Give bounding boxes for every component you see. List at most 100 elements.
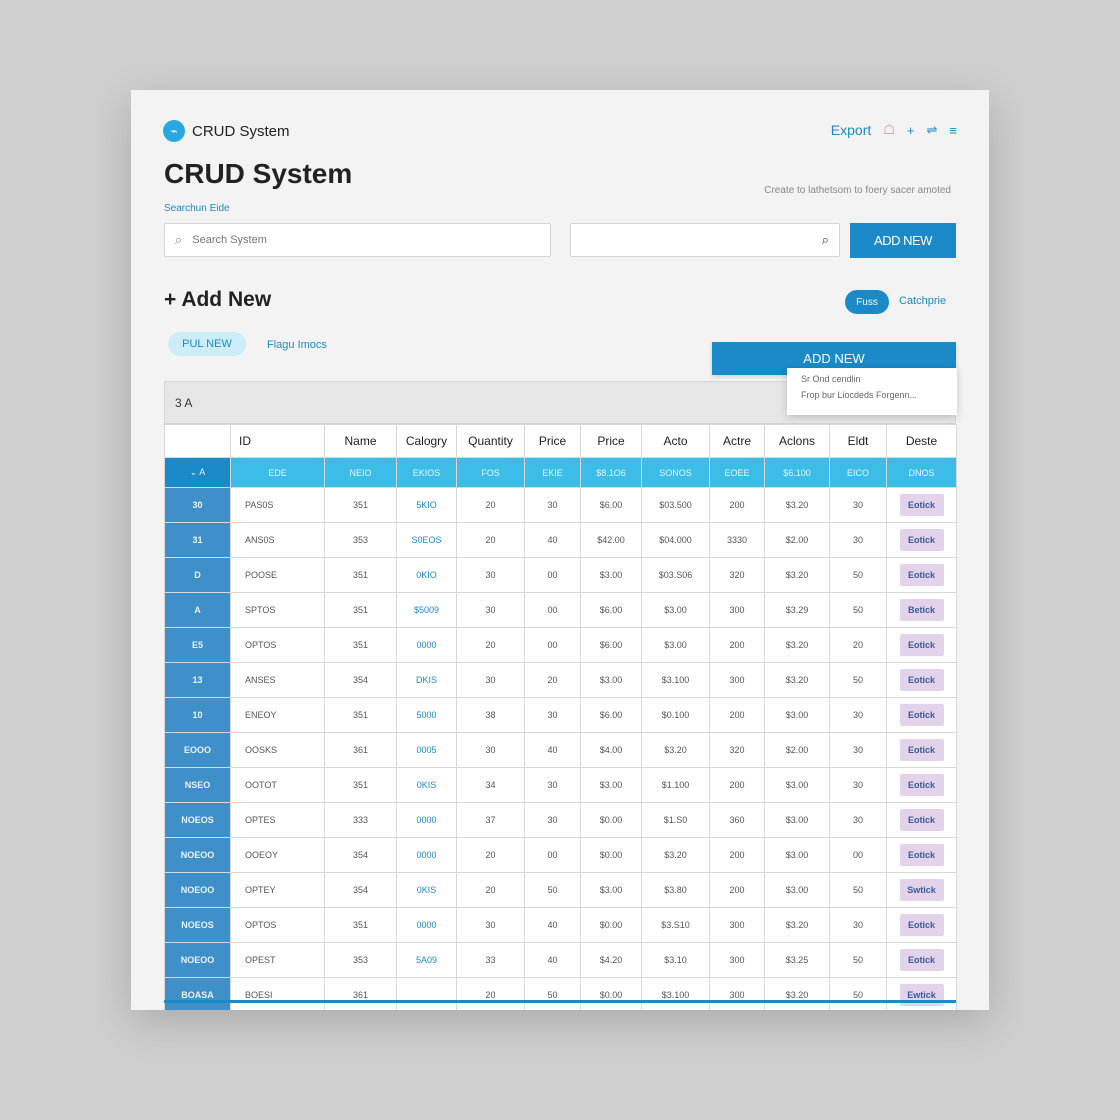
column-header[interactable]: Price bbox=[524, 424, 581, 458]
cell-a4: 30 bbox=[829, 907, 887, 943]
cell-a1: $3.00 bbox=[641, 627, 710, 663]
table-row[interactable]: NOEOO OPTEY 354 0KIS 20 50 $3.00 $3.80 200 $3.00 5… bbox=[164, 872, 957, 908]
cell-action: Eotick bbox=[886, 907, 957, 943]
table-row[interactable]: 13 ANSES 354 DKIS 30 20 $3.00 $3.100 300 $3.20 50 E… bbox=[164, 662, 957, 698]
cell-c1: 361 bbox=[324, 977, 397, 1010]
search-input[interactable] bbox=[190, 233, 525, 247]
column-header[interactable]: Eldt bbox=[829, 424, 887, 458]
row-action-button[interactable]: Eotick bbox=[899, 704, 944, 726]
dropdown-item[interactable]: Frop bur Liocdeds Forgenn... bbox=[787, 384, 957, 400]
column-header[interactable]: Aclons bbox=[764, 424, 830, 458]
column-header[interactable]: Actre bbox=[709, 424, 765, 458]
cell-a4: 30 bbox=[829, 697, 887, 733]
cell-p2: $3.00 bbox=[580, 557, 642, 593]
cell-name: ENEOY bbox=[230, 697, 325, 733]
cell-a3: $3.00 bbox=[764, 802, 830, 838]
row-action-button[interactable]: Eotick bbox=[899, 739, 944, 761]
subheader-cell: EOEE bbox=[709, 457, 765, 488]
subheader-cell: $8.1O6 bbox=[580, 457, 642, 488]
cell-cat: 5KIO bbox=[396, 487, 457, 523]
table-row[interactable]: D POOSE 351 0KIO 30 00 $3.00 $03.S06 320 $3.20 50 E… bbox=[164, 557, 957, 593]
column-header[interactable]: Acto bbox=[641, 424, 710, 458]
row-action-button[interactable]: Eotick bbox=[899, 529, 944, 551]
cell-cat: 5A09 bbox=[396, 942, 457, 978]
cell-p2: $3.00 bbox=[580, 662, 642, 698]
column-header[interactable]: Deste bbox=[886, 424, 957, 458]
secondary-search-field[interactable]: ⌕ bbox=[570, 223, 840, 257]
table-row[interactable]: NOEOO OPEST 353 5A09 33 40 $4.20 $3.10 300 $3.25 5… bbox=[164, 942, 957, 978]
cell-q: 34 bbox=[456, 767, 525, 803]
search-icon[interactable]: ⌕ bbox=[822, 232, 829, 248]
row-action-button[interactable]: Swtick bbox=[899, 879, 944, 901]
row-action-button[interactable]: Eotick bbox=[899, 774, 944, 796]
put-new-pill[interactable]: PUL NEW bbox=[168, 332, 246, 356]
cell-a3: $2.00 bbox=[764, 732, 830, 768]
cell-q: 20 bbox=[456, 837, 525, 873]
table-row[interactable]: BOASA BOESI 361 20 50 $0.00 $3.100 300 $3.20 50 Ew… bbox=[164, 977, 957, 1010]
table-row[interactable]: NOEOS OPTOS 351 0000 30 40 $0.00 $3.S10 300 $3.20… bbox=[164, 907, 957, 943]
flag-items-link[interactable]: Flagu Imocs bbox=[267, 339, 327, 351]
cell-q: 20 bbox=[456, 872, 525, 908]
cell-p2: $6.00 bbox=[580, 592, 642, 628]
column-header[interactable]: Name bbox=[324, 424, 397, 458]
cell-action: Eotick bbox=[886, 627, 957, 663]
category-link[interactable]: Catchprie bbox=[899, 295, 946, 307]
cell-p2: $42.00 bbox=[580, 522, 642, 558]
cell-a2: 200 bbox=[709, 872, 765, 908]
menu-icon[interactable]: ≡ bbox=[949, 123, 957, 138]
cell-a4: 30 bbox=[829, 487, 887, 523]
row-action-button[interactable]: Eotick bbox=[899, 494, 944, 516]
column-header[interactable]: Quantity bbox=[456, 424, 525, 458]
cell-name: OOEOY bbox=[230, 837, 325, 873]
add-new-button[interactable]: ADD NEW bbox=[850, 223, 956, 258]
brand[interactable]: ⌁ CRUD System bbox=[163, 120, 290, 142]
plus-icon[interactable]: + bbox=[907, 123, 915, 138]
cell-p2: $6.00 bbox=[580, 487, 642, 523]
filter-pill[interactable]: Fuss bbox=[845, 290, 889, 314]
table-row[interactable]: E5 OPTOS 351 0000 20 00 $6.00 $3.00 200 $3.20 20 Eo… bbox=[164, 627, 957, 663]
table-row[interactable]: 31 ANS0S 353 S0EOS 20 40 $42.00 $04.000 3330 $2.0… bbox=[164, 522, 957, 558]
cell-q: 30 bbox=[456, 592, 525, 628]
cell-a4: 50 bbox=[829, 592, 887, 628]
hint-text: Create to lathetsom to foery sacer amote… bbox=[764, 185, 951, 196]
cell-a1: $1.S0 bbox=[641, 802, 710, 838]
cell-id: EOOO bbox=[164, 732, 231, 768]
user-icon[interactable]: ☖ bbox=[883, 122, 895, 138]
column-header[interactable]: ID bbox=[230, 424, 325, 458]
table-body: 30 PAS0S 351 5KIO 20 30 $6.00 $03.500 200 $3.20 30… bbox=[164, 487, 957, 1010]
table-row[interactable]: NOEOO OOEOY 354 0000 20 00 $0.00 $3.20 200 $3.00 0… bbox=[164, 837, 957, 873]
secondary-search-input[interactable] bbox=[579, 224, 813, 256]
row-action-button[interactable]: Eotick bbox=[899, 564, 944, 586]
row-action-button[interactable]: Eotick bbox=[899, 809, 944, 831]
column-header[interactable]: Price bbox=[580, 424, 642, 458]
row-action-button[interactable]: Eotick bbox=[899, 949, 944, 971]
cell-p2: $4.20 bbox=[580, 942, 642, 978]
sort-icon[interactable]: ⇌ bbox=[927, 122, 938, 138]
row-action-button[interactable]: Betick bbox=[899, 599, 944, 621]
row-action-button[interactable]: Eotick bbox=[899, 669, 944, 691]
cell-a1: $3.00 bbox=[641, 592, 710, 628]
column-header[interactable] bbox=[164, 424, 231, 458]
cell-cat: 0000 bbox=[396, 627, 457, 663]
cell-q: 20 bbox=[456, 627, 525, 663]
table-row[interactable]: NOEOS OPTES 333 0000 37 30 $0.00 $1.S0 360 $3.00 3… bbox=[164, 802, 957, 838]
cell-a4: 30 bbox=[829, 732, 887, 768]
row-action-button[interactable]: Eotick bbox=[899, 914, 944, 936]
cell-a2: 300 bbox=[709, 977, 765, 1010]
dropdown-item[interactable]: Sr Ond cendlin bbox=[787, 368, 957, 384]
row-action-button[interactable]: Eotick bbox=[899, 634, 944, 656]
cell-action: Swtick bbox=[886, 872, 957, 908]
table-row[interactable]: A SPTOS 351 $5009 30 00 $6.00 $3.00 300 $3.29 50 Be… bbox=[164, 592, 957, 628]
cell-a4: 50 bbox=[829, 557, 887, 593]
cell-p2: $3.00 bbox=[580, 872, 642, 908]
table-row[interactable]: 10 ENEOY 351 5000 38 30 $6.00 $0.100 200 $3.00 30 E… bbox=[164, 697, 957, 733]
cell-c1: 351 bbox=[324, 627, 397, 663]
cell-cat: 0000 bbox=[396, 837, 457, 873]
table-row[interactable]: 30 PAS0S 351 5KIO 20 30 $6.00 $03.500 200 $3.20 30… bbox=[164, 487, 957, 523]
table-row[interactable]: EOOO OOSKS 361 0005 30 40 $4.00 $3.20 320 $2.00 30… bbox=[164, 732, 957, 768]
column-header[interactable]: Calogry bbox=[396, 424, 457, 458]
search-field[interactable]: ⌕ bbox=[164, 223, 551, 257]
table-row[interactable]: NSEO OOTOT 351 0KIS 34 30 $3.00 $1.100 200 $3.00 3… bbox=[164, 767, 957, 803]
row-action-button[interactable]: Eotick bbox=[899, 844, 944, 866]
export-link[interactable]: Export bbox=[831, 122, 871, 138]
